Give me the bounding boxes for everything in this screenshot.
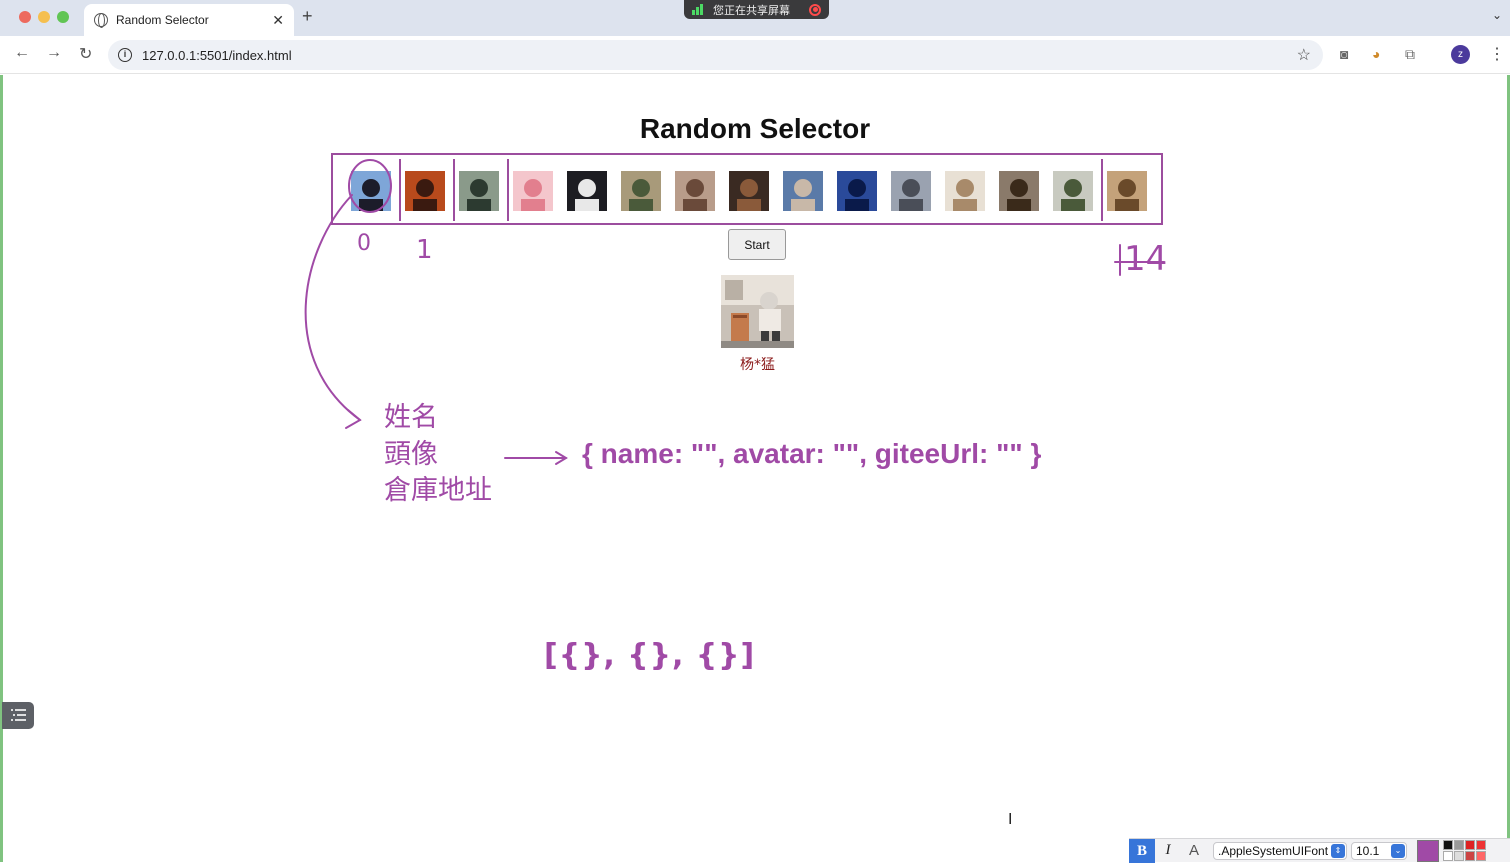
text-cursor-icon: I xyxy=(1008,811,1013,828)
bold-button[interactable]: B xyxy=(1129,838,1155,863)
index-second-label: 1 xyxy=(416,235,433,265)
stepper-icon: ⇕ xyxy=(1331,843,1345,858)
color-swatch[interactable] xyxy=(1476,840,1486,850)
font-select[interactable]: .AppleSystemUIFont ⇕ xyxy=(1213,841,1347,860)
color-swatch[interactable] xyxy=(1454,851,1464,861)
font-select-value: .AppleSystemUIFont xyxy=(1218,843,1329,858)
font-size-value: 10.1 xyxy=(1356,843,1380,858)
text-effect-button[interactable]: A xyxy=(1181,842,1207,859)
color-swatch[interactable] xyxy=(1465,840,1475,850)
chevron-down-icon: ⌄ xyxy=(1391,843,1405,858)
outline-toggle-button[interactable] xyxy=(2,702,34,729)
index-end-label: 14 xyxy=(1124,239,1167,279)
curved-arrow-stroke xyxy=(304,194,361,421)
annotation-strokes: 0 1 14 xyxy=(304,159,1167,465)
italic-button[interactable]: I xyxy=(1155,842,1181,859)
color-swatch[interactable] xyxy=(1476,851,1486,861)
color-swatch[interactable] xyxy=(1443,840,1453,850)
list-icon xyxy=(11,709,26,721)
color-swatch[interactable] xyxy=(1465,851,1475,861)
circle-first-avatar-stroke xyxy=(348,159,392,213)
color-swatch[interactable] xyxy=(1454,840,1464,850)
font-size-select[interactable]: 10.1 ⌄ xyxy=(1351,841,1407,860)
current-color-swatch[interactable] xyxy=(1417,839,1439,862)
text-format-bar: B I A .AppleSystemUIFont ⇕ 10.1 ⌄ xyxy=(1129,838,1510,863)
index-start-label: 0 xyxy=(357,231,371,256)
color-swatch[interactable] xyxy=(1443,851,1453,861)
color-palette xyxy=(1443,840,1486,861)
arrow-head-stroke xyxy=(345,409,362,429)
